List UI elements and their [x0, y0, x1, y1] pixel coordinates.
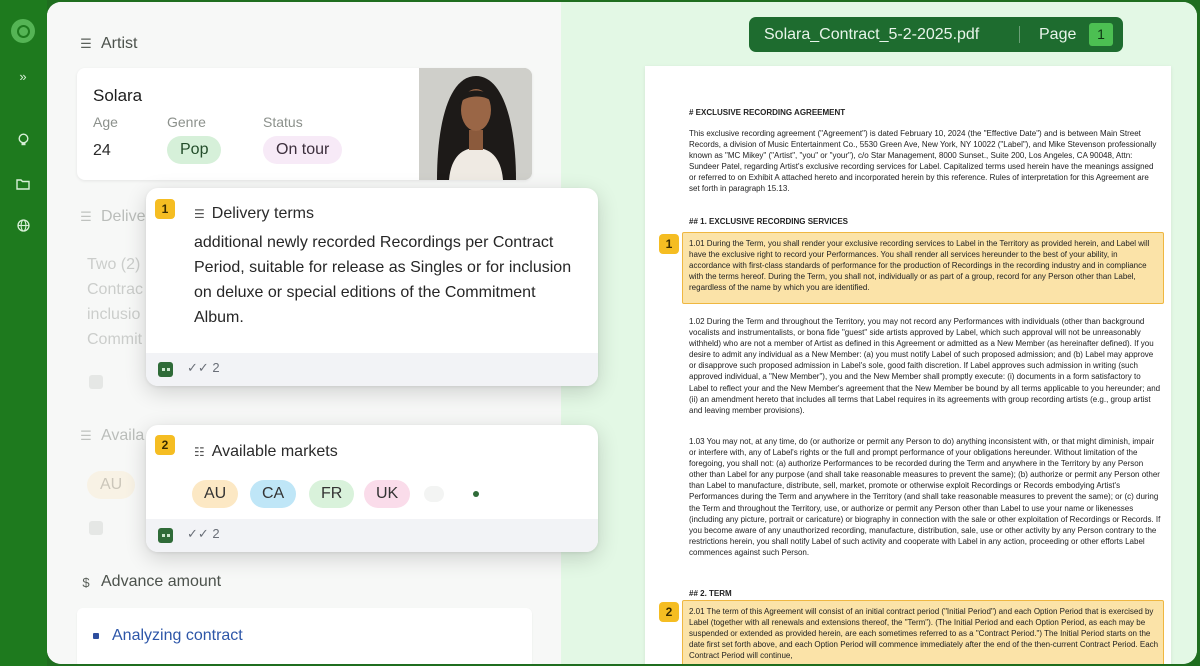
- comment-icon: [89, 521, 103, 535]
- genre-label: Genre: [167, 114, 206, 130]
- advance-section-label: Advance amount: [101, 573, 222, 590]
- analyzing-status: Analyzing contract: [112, 627, 243, 644]
- artist-name: Solara: [93, 86, 143, 105]
- list-icon: ☰: [194, 207, 205, 221]
- popup-footer: ✓✓ 2: [146, 353, 598, 386]
- list-icon: ☰: [80, 428, 92, 443]
- analyzing-card: Analyzing contract: [77, 608, 532, 664]
- genre-pill: Pop: [167, 136, 222, 164]
- citation-badge-2[interactable]: 2: [659, 602, 679, 622]
- citation-badge-2[interactable]: 2: [155, 435, 175, 455]
- delivery-terms-body: additional newly recorded Recordings per…: [194, 234, 572, 326]
- list-icon: ☰: [80, 209, 92, 224]
- artist-photo: [419, 68, 532, 180]
- pdf-page: # EXCLUSIVE RECORDING AGREEMENT This exc…: [645, 66, 1171, 664]
- available-markets-title: ☷ Available markets: [194, 443, 338, 461]
- review-count-value: 2: [212, 526, 220, 541]
- age-value: 24: [93, 142, 111, 159]
- doc-paragraph-1-02: 1.02 During the Term and throughout the …: [689, 317, 1161, 415]
- markets-section-header: ☰ Availa: [79, 427, 144, 445]
- artist-section-label: Artist: [101, 35, 138, 52]
- delivery-line: inclusio: [87, 306, 141, 323]
- status-pill: On tour: [263, 136, 343, 164]
- doc-paragraph-1-03: 1.03 You may not, at any time, do (or au…: [689, 437, 1161, 557]
- review-count: ✓✓ 2: [187, 360, 220, 375]
- advance-section-header: $ Advance amount: [79, 573, 221, 591]
- document-panel: Solara_Contract_5-2-2025.pdf Page 1 # EX…: [561, 2, 1197, 664]
- list-icon: ☰: [80, 36, 92, 51]
- list-icon: ☷: [194, 445, 205, 459]
- market-pill-uk: UK: [364, 480, 411, 508]
- dollar-icon: $: [82, 574, 90, 590]
- ai-chip-icon[interactable]: [158, 362, 173, 377]
- popup-footer: ✓✓ 2: [146, 519, 598, 552]
- citation-badge-1[interactable]: 1: [659, 234, 679, 254]
- artist-card[interactable]: Solara Age Genre Status 24 Pop On tour: [77, 68, 532, 180]
- doc-section-heading: ## 2. TERM: [689, 589, 732, 598]
- available-markets-popup[interactable]: 2 ☷ Available markets AU CA FR UK ✓✓ 2: [146, 425, 598, 552]
- doc-intro-paragraph: This exclusive recording agreement ("Agr…: [689, 129, 1157, 194]
- doc-heading: # EXCLUSIVE RECORDING AGREEMENT: [689, 108, 846, 117]
- market-pill-placeholder: [424, 486, 444, 502]
- lightbulb-icon[interactable]: [14, 133, 32, 151]
- artist-section-header: ☰ Artist: [79, 35, 137, 53]
- expand-icon[interactable]: »: [14, 68, 32, 86]
- app-frame: ☰ Artist Solara Age Genre Status 24 Pop …: [47, 2, 1197, 664]
- doc-section-heading: ## 1. EXCLUSIVE RECORDING SERVICES: [689, 217, 849, 226]
- left-rail: »: [0, 0, 47, 666]
- delivery-terms-popup[interactable]: 1 ☰ Delivery terms additional newly reco…: [146, 188, 598, 386]
- page-number-input[interactable]: 1: [1089, 23, 1113, 46]
- logo-icon[interactable]: [11, 19, 35, 43]
- delivery-line: Contrac: [87, 281, 144, 298]
- toolbar-divider: [1019, 26, 1020, 43]
- review-count: ✓✓ 2: [187, 526, 220, 541]
- progress-icon: [93, 633, 99, 639]
- loading-dot-icon: [473, 491, 479, 497]
- delivery-terms-title: ☰ Delivery terms: [194, 205, 314, 223]
- status-label: Status: [263, 114, 303, 130]
- delivery-line: Commit: [87, 331, 143, 348]
- age-label: Age: [93, 114, 118, 130]
- available-markets-label: Available markets: [211, 443, 338, 460]
- market-pill-faded: AU: [87, 471, 136, 499]
- page-label: Page: [1039, 26, 1077, 43]
- market-pill-au: AU: [192, 480, 239, 508]
- ai-chip-icon[interactable]: [158, 528, 173, 543]
- globe-icon[interactable]: [14, 219, 32, 237]
- citation-badge-1[interactable]: 1: [155, 199, 175, 219]
- comment-icon: [89, 375, 103, 389]
- folder-icon[interactable]: [14, 177, 32, 195]
- delivery-line: Two (2): [87, 256, 141, 273]
- review-count-value: 2: [212, 360, 220, 375]
- market-pill-fr: FR: [309, 480, 355, 508]
- market-pill-ca: CA: [250, 480, 297, 508]
- doc-paragraph-1-01: 1.01 During the Term, you shall render y…: [689, 239, 1150, 293]
- markets-section-label: Availa: [101, 427, 145, 444]
- delivery-section-label: Delive: [101, 208, 146, 225]
- document-toolbar: Solara_Contract_5-2-2025.pdf Page 1: [749, 17, 1123, 52]
- delivery-terms-label: Delivery terms: [211, 205, 314, 222]
- document-filename[interactable]: Solara_Contract_5-2-2025.pdf: [764, 26, 979, 44]
- doc-paragraph-2-01: 2.01 The term of this Agreement will con…: [689, 607, 1159, 661]
- delivery-section-header: ☰ Delive: [79, 208, 145, 226]
